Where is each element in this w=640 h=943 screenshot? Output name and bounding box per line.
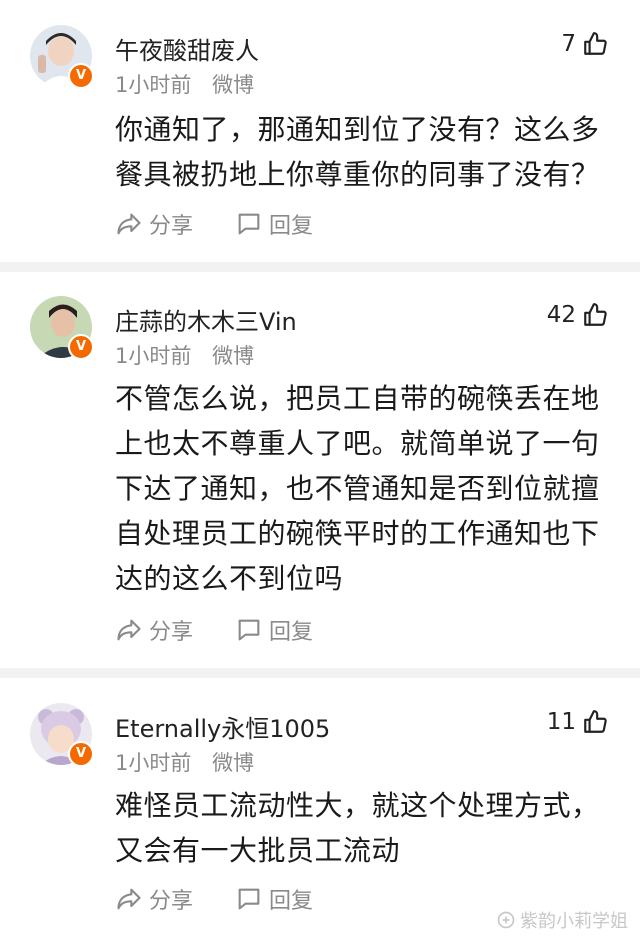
comment-line: 达的这么不到位吗	[115, 562, 344, 595]
share-icon	[117, 213, 141, 235]
share-button[interactable]: 分享	[115, 208, 193, 240]
thumbs-up-icon	[584, 32, 607, 55]
comment-text: 难怪员工流动性大，就这个处理方式， 又会有一大批员工流动	[115, 783, 615, 873]
watermark: 紫韵小莉学姐	[496, 907, 628, 933]
divider	[0, 668, 640, 678]
share-icon	[117, 619, 141, 641]
comment-meta: 1小时前 微博	[115, 69, 268, 99]
comment-line: 自处理员工的碗筷平时的工作通知也下	[115, 517, 600, 550]
reply-button[interactable]: 回复	[235, 614, 313, 646]
comment-line: 你通知了，那通知到位了没有？这么多	[115, 113, 600, 146]
reply-icon	[238, 888, 260, 910]
comment-time: 1小时前	[115, 344, 192, 368]
comment-source: 微博	[212, 751, 255, 775]
share-label: 分享	[149, 620, 194, 645]
comment-line: 下达了通知，也不管通知是否到位就擅	[115, 472, 600, 505]
reply-label: 回复	[269, 620, 314, 645]
reply-button[interactable]: 回复	[235, 883, 313, 915]
like-count: 11	[546, 709, 576, 735]
share-icon	[117, 888, 141, 910]
comment-actions: 分享 回复	[115, 883, 355, 915]
avatar[interactable]: V	[30, 296, 94, 360]
comment-text: 你通知了，那通知到位了没有？这么多 餐具被扔地上你尊重你的同事了没有？	[115, 107, 615, 197]
reply-icon	[238, 213, 260, 235]
watermark-text: 紫韵小莉学姐	[520, 911, 628, 932]
comment-time: 1小时前	[115, 73, 192, 97]
comment-text: 不管怎么说，把员工自带的碗筷丢在地 上也太不尊重人了吧。就简单说了一句 下达了通…	[115, 376, 615, 601]
verified-badge: V	[68, 334, 94, 360]
divider	[0, 262, 640, 272]
comment-meta: 1小时前 微博	[115, 747, 268, 777]
comment-source: 微博	[212, 73, 255, 97]
reply-label: 回复	[269, 889, 314, 914]
like-button[interactable]: 7	[561, 31, 608, 57]
share-button[interactable]: 分享	[115, 614, 193, 646]
watermark-logo-icon	[497, 911, 515, 929]
reply-icon	[238, 619, 260, 641]
like-button[interactable]: 11	[547, 709, 608, 735]
share-button[interactable]: 分享	[115, 883, 193, 915]
comment-line: 不管怎么说，把员工自带的碗筷丢在地	[115, 382, 600, 415]
avatar[interactable]: V	[30, 703, 94, 767]
comment-actions: 分享 回复	[115, 614, 355, 646]
like-count: 7	[561, 31, 576, 57]
comment-line: 餐具被扔地上你尊重你的同事了没有？	[115, 158, 600, 191]
avatar[interactable]: V	[30, 25, 94, 89]
thumbs-up-icon	[584, 303, 607, 326]
verified-badge: V	[68, 63, 94, 89]
username[interactable]: 午夜酸甜废人	[115, 31, 259, 66]
like-count: 42	[546, 302, 576, 328]
comment-item: V Eternally永恒1005 1小时前 微博 11 难怪员工流动性大，就这…	[0, 703, 640, 933]
comment-line: 难怪员工流动性大，就这个处理方式，	[115, 789, 600, 822]
thumbs-up-icon	[584, 710, 607, 733]
comment-item: V 午夜酸甜废人 1小时前 微博 7 你通知了，那通知到位了没有？这么多 餐具被…	[0, 25, 640, 265]
like-button[interactable]: 42	[547, 302, 608, 328]
reply-label: 回复	[269, 214, 314, 239]
username[interactable]: 庄蒜的木木三Vin	[115, 302, 297, 337]
comment-source: 微博	[212, 344, 255, 368]
username[interactable]: Eternally永恒1005	[115, 709, 330, 744]
reply-button[interactable]: 回复	[235, 208, 313, 240]
comment-line: 又会有一大批员工流动	[115, 834, 401, 867]
comment-time: 1小时前	[115, 751, 192, 775]
comment-item: V 庄蒜的木木三Vin 1小时前 微博 42 不管怎么说，把员工自带的碗筷丢在地…	[0, 296, 640, 656]
comment-meta: 1小时前 微博	[115, 340, 268, 370]
comment-actions: 分享 回复	[115, 208, 355, 240]
comment-line: 上也太不尊重人了吧。就简单说了一句	[115, 427, 600, 460]
verified-badge: V	[68, 741, 94, 767]
share-label: 分享	[149, 889, 194, 914]
share-label: 分享	[149, 214, 194, 239]
